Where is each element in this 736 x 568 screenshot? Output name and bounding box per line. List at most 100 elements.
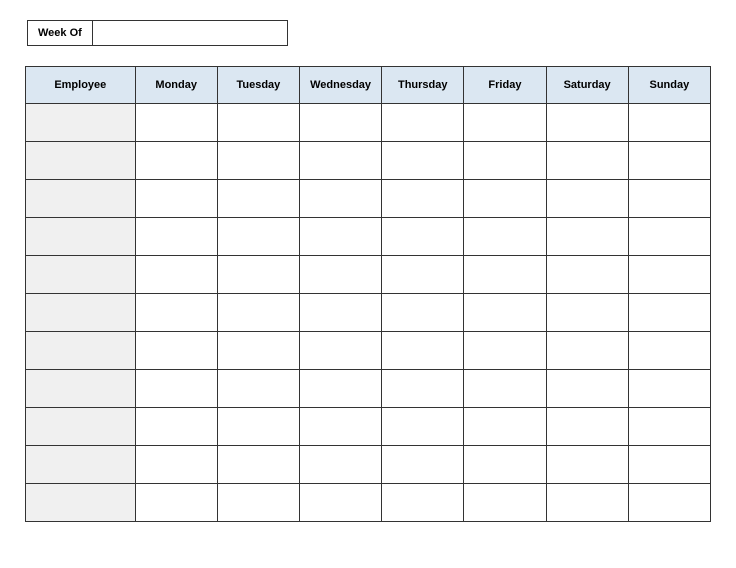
tuesday-cell[interactable] xyxy=(217,332,299,370)
header-wednesday: Wednesday xyxy=(299,67,381,104)
employee-cell[interactable] xyxy=(26,294,136,332)
tuesday-cell[interactable] xyxy=(217,446,299,484)
sunday-cell[interactable] xyxy=(628,484,710,522)
sunday-cell[interactable] xyxy=(628,104,710,142)
table-row xyxy=(26,370,711,408)
sunday-cell[interactable] xyxy=(628,294,710,332)
employee-cell[interactable] xyxy=(26,408,136,446)
tuesday-cell[interactable] xyxy=(217,484,299,522)
wednesday-cell[interactable] xyxy=(299,180,381,218)
tuesday-cell[interactable] xyxy=(217,408,299,446)
saturday-cell[interactable] xyxy=(546,370,628,408)
saturday-cell[interactable] xyxy=(546,332,628,370)
thursday-cell[interactable] xyxy=(382,446,464,484)
tuesday-cell[interactable] xyxy=(217,142,299,180)
header-saturday: Saturday xyxy=(546,67,628,104)
header-friday: Friday xyxy=(464,67,546,104)
sunday-cell[interactable] xyxy=(628,446,710,484)
friday-cell[interactable] xyxy=(464,484,546,522)
sunday-cell[interactable] xyxy=(628,256,710,294)
wednesday-cell[interactable] xyxy=(299,484,381,522)
thursday-cell[interactable] xyxy=(382,294,464,332)
thursday-cell[interactable] xyxy=(382,408,464,446)
tuesday-cell[interactable] xyxy=(217,218,299,256)
friday-cell[interactable] xyxy=(464,104,546,142)
tuesday-cell[interactable] xyxy=(217,104,299,142)
saturday-cell[interactable] xyxy=(546,294,628,332)
employee-cell[interactable] xyxy=(26,370,136,408)
monday-cell[interactable] xyxy=(135,332,217,370)
header-thursday: Thursday xyxy=(382,67,464,104)
friday-cell[interactable] xyxy=(464,370,546,408)
table-row xyxy=(26,180,711,218)
saturday-cell[interactable] xyxy=(546,484,628,522)
table-row xyxy=(26,332,711,370)
saturday-cell[interactable] xyxy=(546,446,628,484)
wednesday-cell[interactable] xyxy=(299,332,381,370)
thursday-cell[interactable] xyxy=(382,256,464,294)
wednesday-cell[interactable] xyxy=(299,218,381,256)
tuesday-cell[interactable] xyxy=(217,370,299,408)
thursday-cell[interactable] xyxy=(382,180,464,218)
saturday-cell[interactable] xyxy=(546,256,628,294)
saturday-cell[interactable] xyxy=(546,218,628,256)
friday-cell[interactable] xyxy=(464,446,546,484)
thursday-cell[interactable] xyxy=(382,218,464,256)
monday-cell[interactable] xyxy=(135,294,217,332)
sunday-cell[interactable] xyxy=(628,408,710,446)
header-tuesday: Tuesday xyxy=(217,67,299,104)
wednesday-cell[interactable] xyxy=(299,294,381,332)
wednesday-cell[interactable] xyxy=(299,256,381,294)
friday-cell[interactable] xyxy=(464,408,546,446)
header-row: Employee Monday Tuesday Wednesday Thursd… xyxy=(26,67,711,104)
thursday-cell[interactable] xyxy=(382,142,464,180)
wednesday-cell[interactable] xyxy=(299,104,381,142)
employee-cell[interactable] xyxy=(26,446,136,484)
sunday-cell[interactable] xyxy=(628,332,710,370)
week-of-input[interactable] xyxy=(93,20,288,46)
sunday-cell[interactable] xyxy=(628,142,710,180)
sunday-cell[interactable] xyxy=(628,218,710,256)
employee-cell[interactable] xyxy=(26,256,136,294)
monday-cell[interactable] xyxy=(135,256,217,294)
friday-cell[interactable] xyxy=(464,332,546,370)
sunday-cell[interactable] xyxy=(628,370,710,408)
sunday-cell[interactable] xyxy=(628,180,710,218)
saturday-cell[interactable] xyxy=(546,408,628,446)
thursday-cell[interactable] xyxy=(382,332,464,370)
friday-cell[interactable] xyxy=(464,218,546,256)
saturday-cell[interactable] xyxy=(546,142,628,180)
saturday-cell[interactable] xyxy=(546,104,628,142)
monday-cell[interactable] xyxy=(135,408,217,446)
monday-cell[interactable] xyxy=(135,104,217,142)
tuesday-cell[interactable] xyxy=(217,294,299,332)
employee-cell[interactable] xyxy=(26,142,136,180)
friday-cell[interactable] xyxy=(464,142,546,180)
tuesday-cell[interactable] xyxy=(217,256,299,294)
wednesday-cell[interactable] xyxy=(299,370,381,408)
friday-cell[interactable] xyxy=(464,294,546,332)
monday-cell[interactable] xyxy=(135,218,217,256)
employee-cell[interactable] xyxy=(26,332,136,370)
employee-cell[interactable] xyxy=(26,484,136,522)
thursday-cell[interactable] xyxy=(382,104,464,142)
friday-cell[interactable] xyxy=(464,256,546,294)
wednesday-cell[interactable] xyxy=(299,142,381,180)
table-row xyxy=(26,484,711,522)
saturday-cell[interactable] xyxy=(546,180,628,218)
monday-cell[interactable] xyxy=(135,484,217,522)
wednesday-cell[interactable] xyxy=(299,408,381,446)
table-row xyxy=(26,218,711,256)
tuesday-cell[interactable] xyxy=(217,180,299,218)
thursday-cell[interactable] xyxy=(382,370,464,408)
employee-cell[interactable] xyxy=(26,180,136,218)
monday-cell[interactable] xyxy=(135,446,217,484)
friday-cell[interactable] xyxy=(464,180,546,218)
employee-cell[interactable] xyxy=(26,104,136,142)
employee-cell[interactable] xyxy=(26,218,136,256)
monday-cell[interactable] xyxy=(135,370,217,408)
monday-cell[interactable] xyxy=(135,180,217,218)
monday-cell[interactable] xyxy=(135,142,217,180)
wednesday-cell[interactable] xyxy=(299,446,381,484)
thursday-cell[interactable] xyxy=(382,484,464,522)
